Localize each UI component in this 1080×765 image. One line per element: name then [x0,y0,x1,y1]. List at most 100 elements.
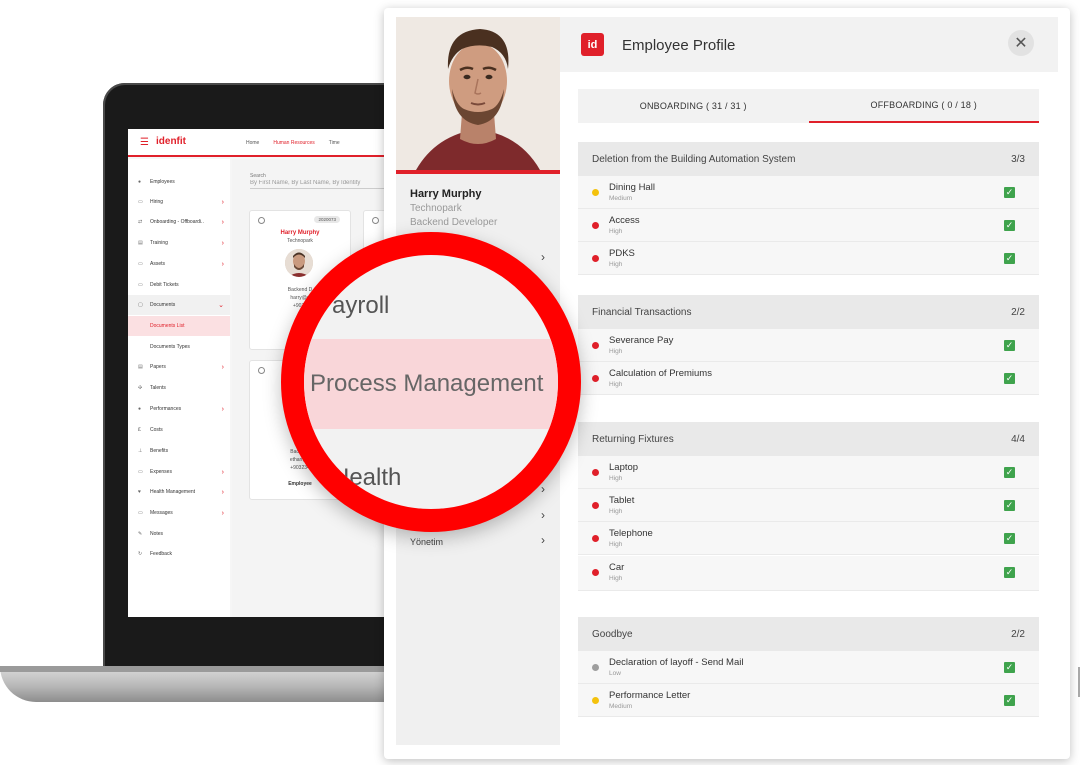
sidebar-item-health-management[interactable]: ♥ Health Management › [128,482,230,502]
priority-dot [592,697,599,704]
sidebar-item-messages[interactable]: ▭ Messages › [128,503,230,523]
sidebar-item-notes[interactable]: ✎ Notes [128,524,230,544]
chevron-right-icon[interactable]: › [541,533,545,547]
expense-icon: ▭ [138,469,143,475]
briefcase-icon: ▭ [138,199,143,205]
task-row: Severance Pay High ✓ [578,329,1039,362]
task-name: Calculation of Premiums [609,368,712,379]
done-checkbox[interactable]: ✓ [1004,567,1015,578]
done-checkbox[interactable]: ✓ [1004,373,1015,384]
sidebar-item-documents-list[interactable]: Documents List [128,316,230,336]
sidebar-item-documents[interactable]: ▢ Documents ⌄ [128,295,230,315]
priority-dot [592,664,599,671]
done-checkbox[interactable]: ✓ [1004,533,1015,544]
task-name: Dining Hall [609,182,655,193]
sidebar-item-debit-tickets[interactable]: ▭ Debit Tickets [128,275,230,295]
task-priority: Low [609,670,621,677]
zoomed-menu-item-health: Health [332,464,402,491]
sidebar-item-training[interactable]: ▤ Training › [128,233,230,253]
task-priority: High [609,575,623,582]
hamburger-icon[interactable]: ☰ [140,137,149,148]
task-row: PDKS High ✓ [578,242,1039,275]
task-name: Telephone [609,528,653,539]
idenfit-logo: id [581,33,604,56]
task-priority: High [609,348,623,355]
paper-icon: ▤ [138,364,143,370]
sidebar-item-employees[interactable]: ● Employees [128,172,230,192]
task-row: Dining Hall Medium ✓ [578,176,1039,209]
cost-icon: ₤ [138,427,141,433]
priority-dot [592,469,599,476]
task-name: Laptop [609,462,639,473]
sidebar-item-onboarding[interactable]: ⇄ Onboarding - Offboardi.. › [128,212,230,232]
tab-onboarding[interactable]: ONBOARDING ( 31 / 31 ) [578,89,809,123]
close-button[interactable]: ✕ [1008,30,1034,56]
task-row: Car High ✓ [578,556,1039,591]
app-sidebar: ● Employees ▭ Hiring › ⇄ Onboarding - Offboa… [128,159,230,617]
section-title: Goodbye [592,628,633,640]
app-topbar: ☰ idenfit Home Human Resources Time [128,129,388,157]
done-checkbox[interactable]: ✓ [1004,220,1015,231]
chevron-right-icon[interactable]: › [541,508,545,522]
select-radio[interactable] [258,217,265,224]
task-row: Tablet High ✓ [578,489,1039,522]
task-row: Calculation of Premiums High ✓ [578,362,1039,395]
done-checkbox[interactable]: ✓ [1004,253,1015,264]
sidebar-item-assets[interactable]: ▭ Assets › [128,254,230,274]
ticket-icon: ▭ [138,282,143,288]
task-name: Performance Letter [609,690,691,701]
sidebar-item-talents[interactable]: ✣ Talents [128,378,230,398]
section-header[interactable]: Deletion from the Building Automation Sy… [578,142,1039,176]
sidebar-item-performances[interactable]: ● Performances › [128,399,230,419]
done-checkbox[interactable]: ✓ [1004,467,1015,478]
nav-home[interactable]: Home [246,140,259,146]
employee-name: Harry Murphy [280,230,320,236]
tab-bar: ONBOARDING ( 31 / 31 ) OFFBOARDING ( 0 /… [578,89,1039,123]
done-checkbox[interactable]: ✓ [1004,187,1015,198]
profile-menu-item-management[interactable]: Yönetim [410,537,443,547]
search-label: Search [250,173,266,179]
sidebar-item-hiring[interactable]: ▭ Hiring › [128,192,230,212]
sidebar-item-costs[interactable]: ₤ Costs [128,420,230,440]
sidebar-item-papers[interactable]: ▤ Papers › [128,357,230,377]
sidebar-item-feedback[interactable]: ↻ Feedback [128,544,230,564]
feedback-icon: ↻ [138,551,143,557]
task-row: Performance Letter Medium ✓ [578,684,1039,717]
sidebar-item-expenses[interactable]: ▭ Expenses › [128,462,230,482]
chevron-right-icon: › [221,468,224,476]
section-header[interactable]: Financial Transactions 2/2 [578,295,1039,329]
task-row: Telephone High ✓ [578,522,1039,555]
nav-human-resources[interactable]: Human Resources [273,140,314,146]
sidebar-item-benefits[interactable]: ⊥ Benefits [128,441,230,461]
select-radio[interactable] [258,367,265,374]
zoomed-menu-item-process-management: Process Management [304,339,558,429]
tab-offboarding[interactable]: OFFBOARDING ( 0 / 18 ) [808,89,1039,123]
section-header[interactable]: Returning Fixtures 4/4 [578,422,1039,456]
app-brand: idenfit [156,136,186,147]
priority-dot [592,189,599,196]
done-checkbox[interactable]: ✓ [1004,662,1015,673]
chevron-right-icon[interactable]: › [541,250,545,264]
select-radio[interactable] [372,217,379,224]
section-header[interactable]: Goodbye 2/2 [578,617,1039,651]
app-nav: Home Human Resources Time [246,140,340,146]
heart-icon: ♥ [138,489,141,495]
task-name: Access [609,215,640,226]
nav-time[interactable]: Time [329,140,340,146]
done-checkbox[interactable]: ✓ [1004,695,1015,706]
zoomed-menu-item-payroll: ayroll [332,292,390,319]
task-row: Declaration of layoff - Send Mail Low ✓ [578,651,1039,684]
chevron-down-icon: ⌄ [218,302,224,309]
done-checkbox[interactable]: ✓ [1004,340,1015,351]
checklist-section: Goodbye 2/2 Declaration of layoff - Send… [578,617,1039,719]
section-title: Financial Transactions [592,306,692,318]
laptop-base [0,666,400,702]
section-title: Deletion from the Building Automation Sy… [592,153,796,165]
magnifier-lens: ayroll Process Management Health [281,232,581,532]
search-input[interactable]: By First Name, By Last Name, By Identity [250,180,384,189]
section-title: Returning Fixtures [592,433,674,445]
sidebar-item-documents-types[interactable]: Documents Types [128,337,230,357]
done-checkbox[interactable]: ✓ [1004,500,1015,511]
task-name: Declaration of layoff - Send Mail [609,657,744,668]
task-priority: High [609,508,623,515]
